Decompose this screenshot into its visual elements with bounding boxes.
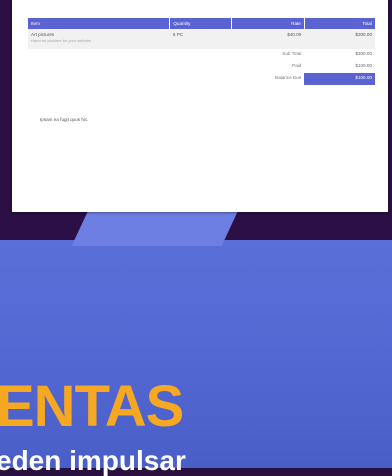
rate-cell: $40.00 xyxy=(231,29,305,49)
banner-headline: ENTAS xyxy=(0,374,184,439)
table-row: Art pictures Hand art pictures for your … xyxy=(28,29,375,49)
item-description: Hand art pictures for your website. xyxy=(31,38,92,43)
paid-row: Paid $100.00 xyxy=(28,61,375,73)
paid-label: Paid xyxy=(292,63,302,68)
table-header-row: Item Quantity Rate Total xyxy=(28,18,375,29)
column-header-item: Item xyxy=(28,18,171,29)
column-header-total: Total xyxy=(304,18,375,29)
column-header-rate: Rate xyxy=(231,18,305,29)
balance-due-value: $100.00 xyxy=(304,73,375,85)
total-cell: $200.00 xyxy=(304,29,375,49)
paid-value: $100.00 xyxy=(355,63,372,68)
balance-due-row: Balance Due $100.00 xyxy=(28,73,375,85)
quantity-cell: 5 PC xyxy=(169,29,232,49)
column-header-quantity: Quantity xyxy=(169,18,232,29)
item-cell: Art pictures Hand art pictures for your … xyxy=(28,29,170,49)
subtotal-label: Sub Total xyxy=(282,51,302,56)
subtotal-row: Sub Total $200.00 xyxy=(28,49,375,61)
invoice-preview: Item Quantity Rate Total Art pictures Ha… xyxy=(12,0,388,212)
invoice-items-table: Item Quantity Rate Total Art pictures Ha… xyxy=(28,18,375,85)
invoice-note: Ipsam ea fugit quos hic. xyxy=(40,117,89,122)
banner-subline: eden impulsar xyxy=(0,445,186,476)
subtotal-value: $200.00 xyxy=(355,51,372,56)
item-name: Art pictures xyxy=(31,32,55,37)
decorative-slant xyxy=(71,210,239,246)
balance-due-label: Balance Due xyxy=(275,75,302,80)
